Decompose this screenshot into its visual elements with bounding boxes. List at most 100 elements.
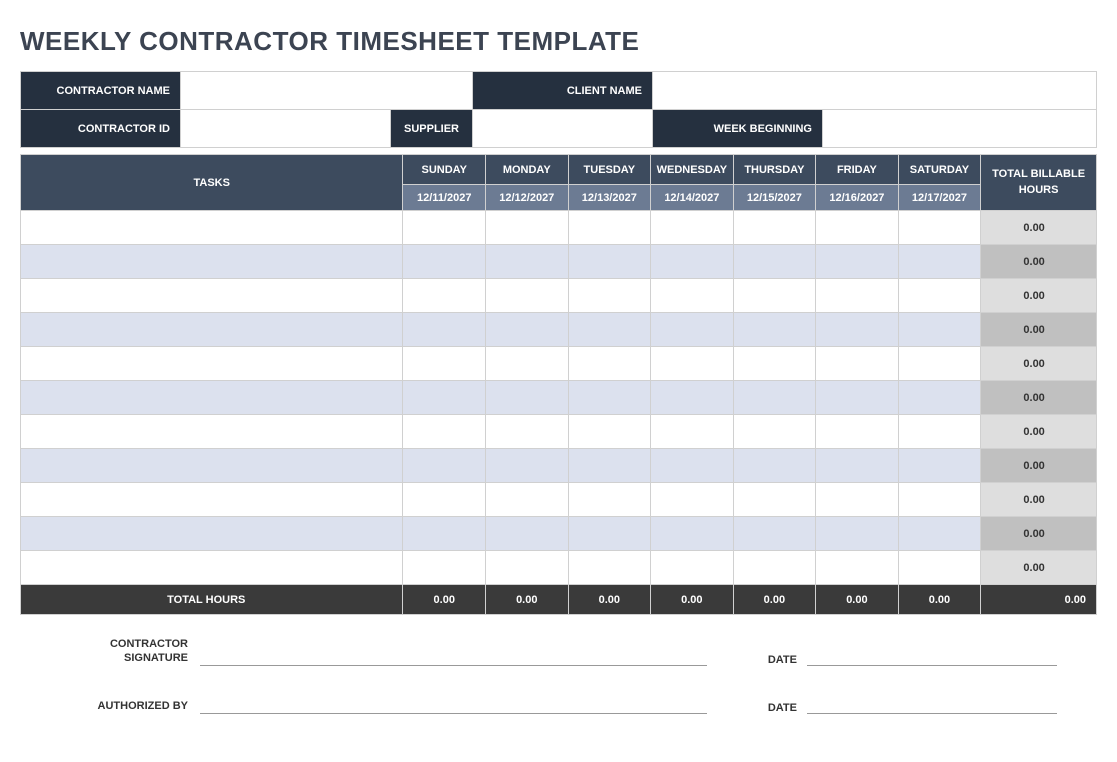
hours-cell[interactable]	[403, 483, 486, 517]
contractor-signature-date-field[interactable]	[807, 646, 1057, 666]
hours-cell[interactable]	[486, 551, 569, 585]
hours-cell[interactable]	[733, 211, 816, 245]
hours-cell[interactable]	[898, 517, 981, 551]
authorized-by-label: AUTHORIZED BY	[60, 699, 200, 713]
hours-cell[interactable]	[651, 449, 734, 483]
hours-cell[interactable]	[898, 483, 981, 517]
hours-cell[interactable]	[568, 245, 651, 279]
hours-cell[interactable]	[651, 211, 734, 245]
hours-cell[interactable]	[898, 449, 981, 483]
hours-cell[interactable]	[733, 551, 816, 585]
hours-cell[interactable]	[568, 279, 651, 313]
hours-cell[interactable]	[568, 415, 651, 449]
task-cell[interactable]	[21, 211, 403, 245]
hours-cell[interactable]	[651, 381, 734, 415]
hours-cell[interactable]	[568, 449, 651, 483]
authorized-by-field[interactable]	[200, 694, 707, 714]
hours-cell[interactable]	[486, 347, 569, 381]
authorized-by-date-field[interactable]	[807, 694, 1057, 714]
hours-cell[interactable]	[898, 347, 981, 381]
hours-cell[interactable]	[486, 279, 569, 313]
hours-cell[interactable]	[816, 551, 899, 585]
day-header-wednesday: WEDNESDAY	[651, 155, 734, 185]
hours-cell[interactable]	[568, 483, 651, 517]
hours-cell[interactable]	[651, 279, 734, 313]
hours-cell[interactable]	[486, 245, 569, 279]
hours-cell[interactable]	[898, 551, 981, 585]
hours-cell[interactable]	[733, 313, 816, 347]
hours-cell[interactable]	[816, 279, 899, 313]
hours-cell[interactable]	[816, 245, 899, 279]
hours-cell[interactable]	[816, 313, 899, 347]
hours-cell[interactable]	[486, 381, 569, 415]
hours-cell[interactable]	[733, 279, 816, 313]
hours-cell[interactable]	[651, 551, 734, 585]
hours-cell[interactable]	[403, 245, 486, 279]
hours-cell[interactable]	[733, 245, 816, 279]
hours-cell[interactable]	[568, 381, 651, 415]
hours-cell[interactable]	[403, 313, 486, 347]
task-cell[interactable]	[21, 381, 403, 415]
contractor-signature-field[interactable]	[200, 646, 707, 666]
hours-cell[interactable]	[403, 415, 486, 449]
hours-cell[interactable]	[733, 381, 816, 415]
hours-cell[interactable]	[568, 211, 651, 245]
hours-cell[interactable]	[816, 347, 899, 381]
contractor-id-field[interactable]	[181, 110, 391, 148]
hours-cell[interactable]	[733, 517, 816, 551]
task-cell[interactable]	[21, 517, 403, 551]
hours-cell[interactable]	[486, 211, 569, 245]
hours-cell[interactable]	[403, 381, 486, 415]
hours-cell[interactable]	[898, 313, 981, 347]
hours-cell[interactable]	[898, 381, 981, 415]
hours-cell[interactable]	[733, 347, 816, 381]
hours-cell[interactable]	[403, 347, 486, 381]
hours-cell[interactable]	[816, 449, 899, 483]
billable-cell: 0.00	[981, 415, 1097, 449]
hours-cell[interactable]	[486, 415, 569, 449]
task-cell[interactable]	[21, 415, 403, 449]
hours-cell[interactable]	[898, 245, 981, 279]
hours-cell[interactable]	[898, 279, 981, 313]
hours-cell[interactable]	[816, 517, 899, 551]
task-cell[interactable]	[21, 551, 403, 585]
hours-cell[interactable]	[733, 415, 816, 449]
hours-cell[interactable]	[898, 415, 981, 449]
hours-cell[interactable]	[651, 313, 734, 347]
hours-cell[interactable]	[568, 517, 651, 551]
task-cell[interactable]	[21, 313, 403, 347]
hours-cell[interactable]	[568, 551, 651, 585]
hours-cell[interactable]	[651, 415, 734, 449]
task-cell[interactable]	[21, 347, 403, 381]
hours-cell[interactable]	[403, 211, 486, 245]
task-cell[interactable]	[21, 279, 403, 313]
hours-cell[interactable]	[816, 415, 899, 449]
hours-cell[interactable]	[403, 449, 486, 483]
hours-cell[interactable]	[651, 347, 734, 381]
hours-cell[interactable]	[816, 483, 899, 517]
hours-cell[interactable]	[403, 517, 486, 551]
hours-cell[interactable]	[816, 211, 899, 245]
hours-cell[interactable]	[403, 551, 486, 585]
client-name-field[interactable]	[653, 72, 1097, 110]
hours-cell[interactable]	[486, 449, 569, 483]
task-cell[interactable]	[21, 483, 403, 517]
contractor-name-field[interactable]	[181, 72, 473, 110]
task-cell[interactable]	[21, 245, 403, 279]
supplier-field[interactable]	[473, 110, 653, 148]
hours-cell[interactable]	[486, 517, 569, 551]
hours-cell[interactable]	[568, 347, 651, 381]
week-beginning-field[interactable]	[823, 110, 1097, 148]
hours-cell[interactable]	[568, 313, 651, 347]
hours-cell[interactable]	[733, 483, 816, 517]
hours-cell[interactable]	[651, 245, 734, 279]
hours-cell[interactable]	[651, 517, 734, 551]
hours-cell[interactable]	[403, 279, 486, 313]
hours-cell[interactable]	[486, 483, 569, 517]
hours-cell[interactable]	[898, 211, 981, 245]
task-cell[interactable]	[21, 449, 403, 483]
hours-cell[interactable]	[651, 483, 734, 517]
hours-cell[interactable]	[733, 449, 816, 483]
hours-cell[interactable]	[816, 381, 899, 415]
hours-cell[interactable]	[486, 313, 569, 347]
